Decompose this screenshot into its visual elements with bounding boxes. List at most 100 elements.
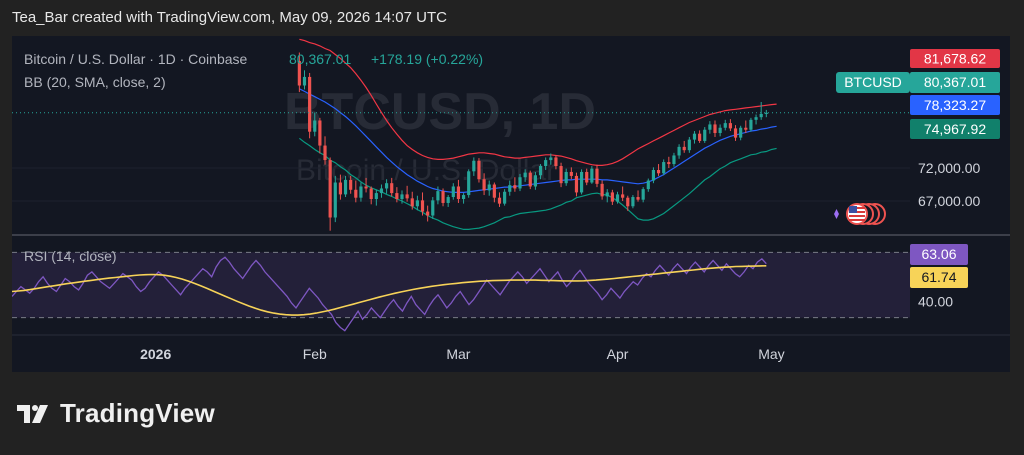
candle-down[interactable] bbox=[318, 120, 322, 146]
candle-up[interactable] bbox=[415, 200, 419, 207]
price-chart-svg[interactable]: BTCUSD, 1D Bitcoin / U.S. Dollar 72,000.… bbox=[12, 36, 1010, 372]
candle-down[interactable] bbox=[328, 160, 332, 218]
candle-up[interactable] bbox=[538, 166, 543, 176]
candle-down[interactable] bbox=[626, 197, 630, 207]
candle-down[interactable] bbox=[338, 182, 343, 195]
candle-up[interactable] bbox=[544, 160, 548, 167]
candle-down[interactable] bbox=[713, 124, 717, 134]
candle-down[interactable] bbox=[667, 162, 671, 165]
candle-up[interactable] bbox=[523, 172, 527, 178]
candle-down[interactable] bbox=[349, 179, 353, 190]
candle-up[interactable] bbox=[692, 133, 697, 140]
candle-down[interactable] bbox=[395, 193, 399, 200]
candle-down[interactable] bbox=[733, 128, 738, 138]
candle-up[interactable] bbox=[708, 124, 712, 130]
candle-down[interactable] bbox=[610, 192, 614, 202]
candle-down[interactable] bbox=[323, 145, 327, 161]
candle-up[interactable] bbox=[436, 191, 440, 201]
candle-up[interactable] bbox=[579, 171, 584, 193]
tradingview-logo[interactable]: TradingView bbox=[16, 398, 215, 429]
chart-panel[interactable]: BTCUSD, 1D Bitcoin / U.S. Dollar 72,000.… bbox=[12, 36, 1010, 372]
candle-down[interactable] bbox=[497, 197, 502, 204]
candle-up[interactable] bbox=[508, 185, 512, 192]
candle-down[interactable] bbox=[369, 188, 373, 200]
candle-down[interactable] bbox=[477, 160, 481, 180]
candle-up[interactable] bbox=[631, 197, 635, 207]
candle-down[interactable] bbox=[492, 184, 496, 198]
candle-up[interactable] bbox=[564, 171, 568, 184]
candle-up[interactable] bbox=[379, 188, 384, 194]
candle-up[interactable] bbox=[605, 192, 609, 197]
candle-down[interactable] bbox=[595, 168, 599, 184]
candle-up[interactable] bbox=[764, 112, 768, 114]
candle-down[interactable] bbox=[554, 157, 558, 167]
candle-up[interactable] bbox=[718, 127, 722, 134]
candle-up[interactable] bbox=[677, 146, 681, 156]
candle-up[interactable] bbox=[739, 127, 743, 138]
candle-down[interactable] bbox=[656, 169, 661, 174]
candle-down[interactable] bbox=[364, 186, 368, 189]
candle-up[interactable] bbox=[451, 186, 455, 198]
candle-up[interactable] bbox=[446, 197, 450, 203]
candle-up[interactable] bbox=[472, 160, 476, 172]
candle-up[interactable] bbox=[615, 194, 620, 202]
candle-up[interactable] bbox=[400, 194, 404, 200]
candle-up[interactable] bbox=[703, 129, 707, 141]
candle-up[interactable] bbox=[549, 157, 553, 161]
candle-up[interactable] bbox=[672, 155, 676, 165]
time-axis-tick-label: 2026 bbox=[140, 346, 171, 362]
candle-down[interactable] bbox=[482, 179, 486, 191]
candle-up[interactable] bbox=[759, 113, 763, 118]
candle-up[interactable] bbox=[385, 183, 389, 189]
candle-up[interactable] bbox=[687, 139, 691, 151]
candle-down[interactable] bbox=[390, 183, 394, 194]
candle-up[interactable] bbox=[590, 168, 594, 183]
candle-down[interactable] bbox=[636, 197, 640, 200]
candle-down[interactable] bbox=[513, 185, 517, 189]
candle-down[interactable] bbox=[308, 76, 312, 132]
candle-up[interactable] bbox=[749, 119, 753, 130]
time-axis-tick-label: Apr bbox=[607, 346, 629, 362]
candle-up[interactable] bbox=[343, 179, 348, 195]
candle-up[interactable] bbox=[518, 177, 522, 189]
candle-down[interactable] bbox=[528, 172, 532, 187]
candle-down[interactable] bbox=[621, 194, 625, 198]
price-axis-tick-label: 67,000.00 bbox=[918, 193, 980, 209]
candle-down[interactable] bbox=[682, 146, 686, 151]
candle-down[interactable] bbox=[426, 211, 430, 216]
candle-down[interactable] bbox=[728, 123, 732, 129]
candle-up[interactable] bbox=[302, 76, 307, 86]
candle-up[interactable] bbox=[467, 171, 471, 196]
candle-up[interactable] bbox=[487, 184, 491, 191]
candle-down[interactable] bbox=[410, 198, 414, 207]
candle-up[interactable] bbox=[374, 193, 378, 200]
candle-up[interactable] bbox=[333, 182, 337, 218]
candle-up[interactable] bbox=[641, 189, 645, 200]
candle-down[interactable] bbox=[600, 183, 604, 197]
candle-down[interactable] bbox=[698, 133, 702, 141]
candle-down[interactable] bbox=[569, 171, 573, 176]
attribution-header: Tea_Bar created with TradingView.com, Ma… bbox=[12, 9, 447, 26]
candle-up[interactable] bbox=[651, 169, 656, 181]
candle-down[interactable] bbox=[456, 186, 461, 200]
candle-down[interactable] bbox=[354, 189, 358, 198]
candle-up[interactable] bbox=[723, 123, 727, 128]
candle-down[interactable] bbox=[420, 200, 425, 212]
candle-down[interactable] bbox=[744, 127, 748, 130]
candle-up[interactable] bbox=[461, 195, 466, 200]
candle-down[interactable] bbox=[559, 166, 563, 184]
candle-down[interactable] bbox=[574, 175, 579, 193]
candle-down[interactable] bbox=[441, 191, 445, 203]
candle-up[interactable] bbox=[359, 186, 363, 198]
candle-up[interactable] bbox=[754, 117, 758, 120]
candle-up[interactable] bbox=[313, 120, 317, 132]
candle-up[interactable] bbox=[533, 175, 537, 187]
candle-up[interactable] bbox=[662, 162, 666, 174]
candle-down[interactable] bbox=[405, 194, 409, 199]
candle-up[interactable] bbox=[646, 180, 650, 190]
candle-up[interactable] bbox=[503, 191, 507, 204]
candle-down[interactable] bbox=[585, 171, 589, 183]
rsi-plot-area[interactable] bbox=[12, 251, 910, 332]
economic-event-marker[interactable] bbox=[834, 203, 886, 225]
candle-up[interactable] bbox=[431, 200, 435, 216]
